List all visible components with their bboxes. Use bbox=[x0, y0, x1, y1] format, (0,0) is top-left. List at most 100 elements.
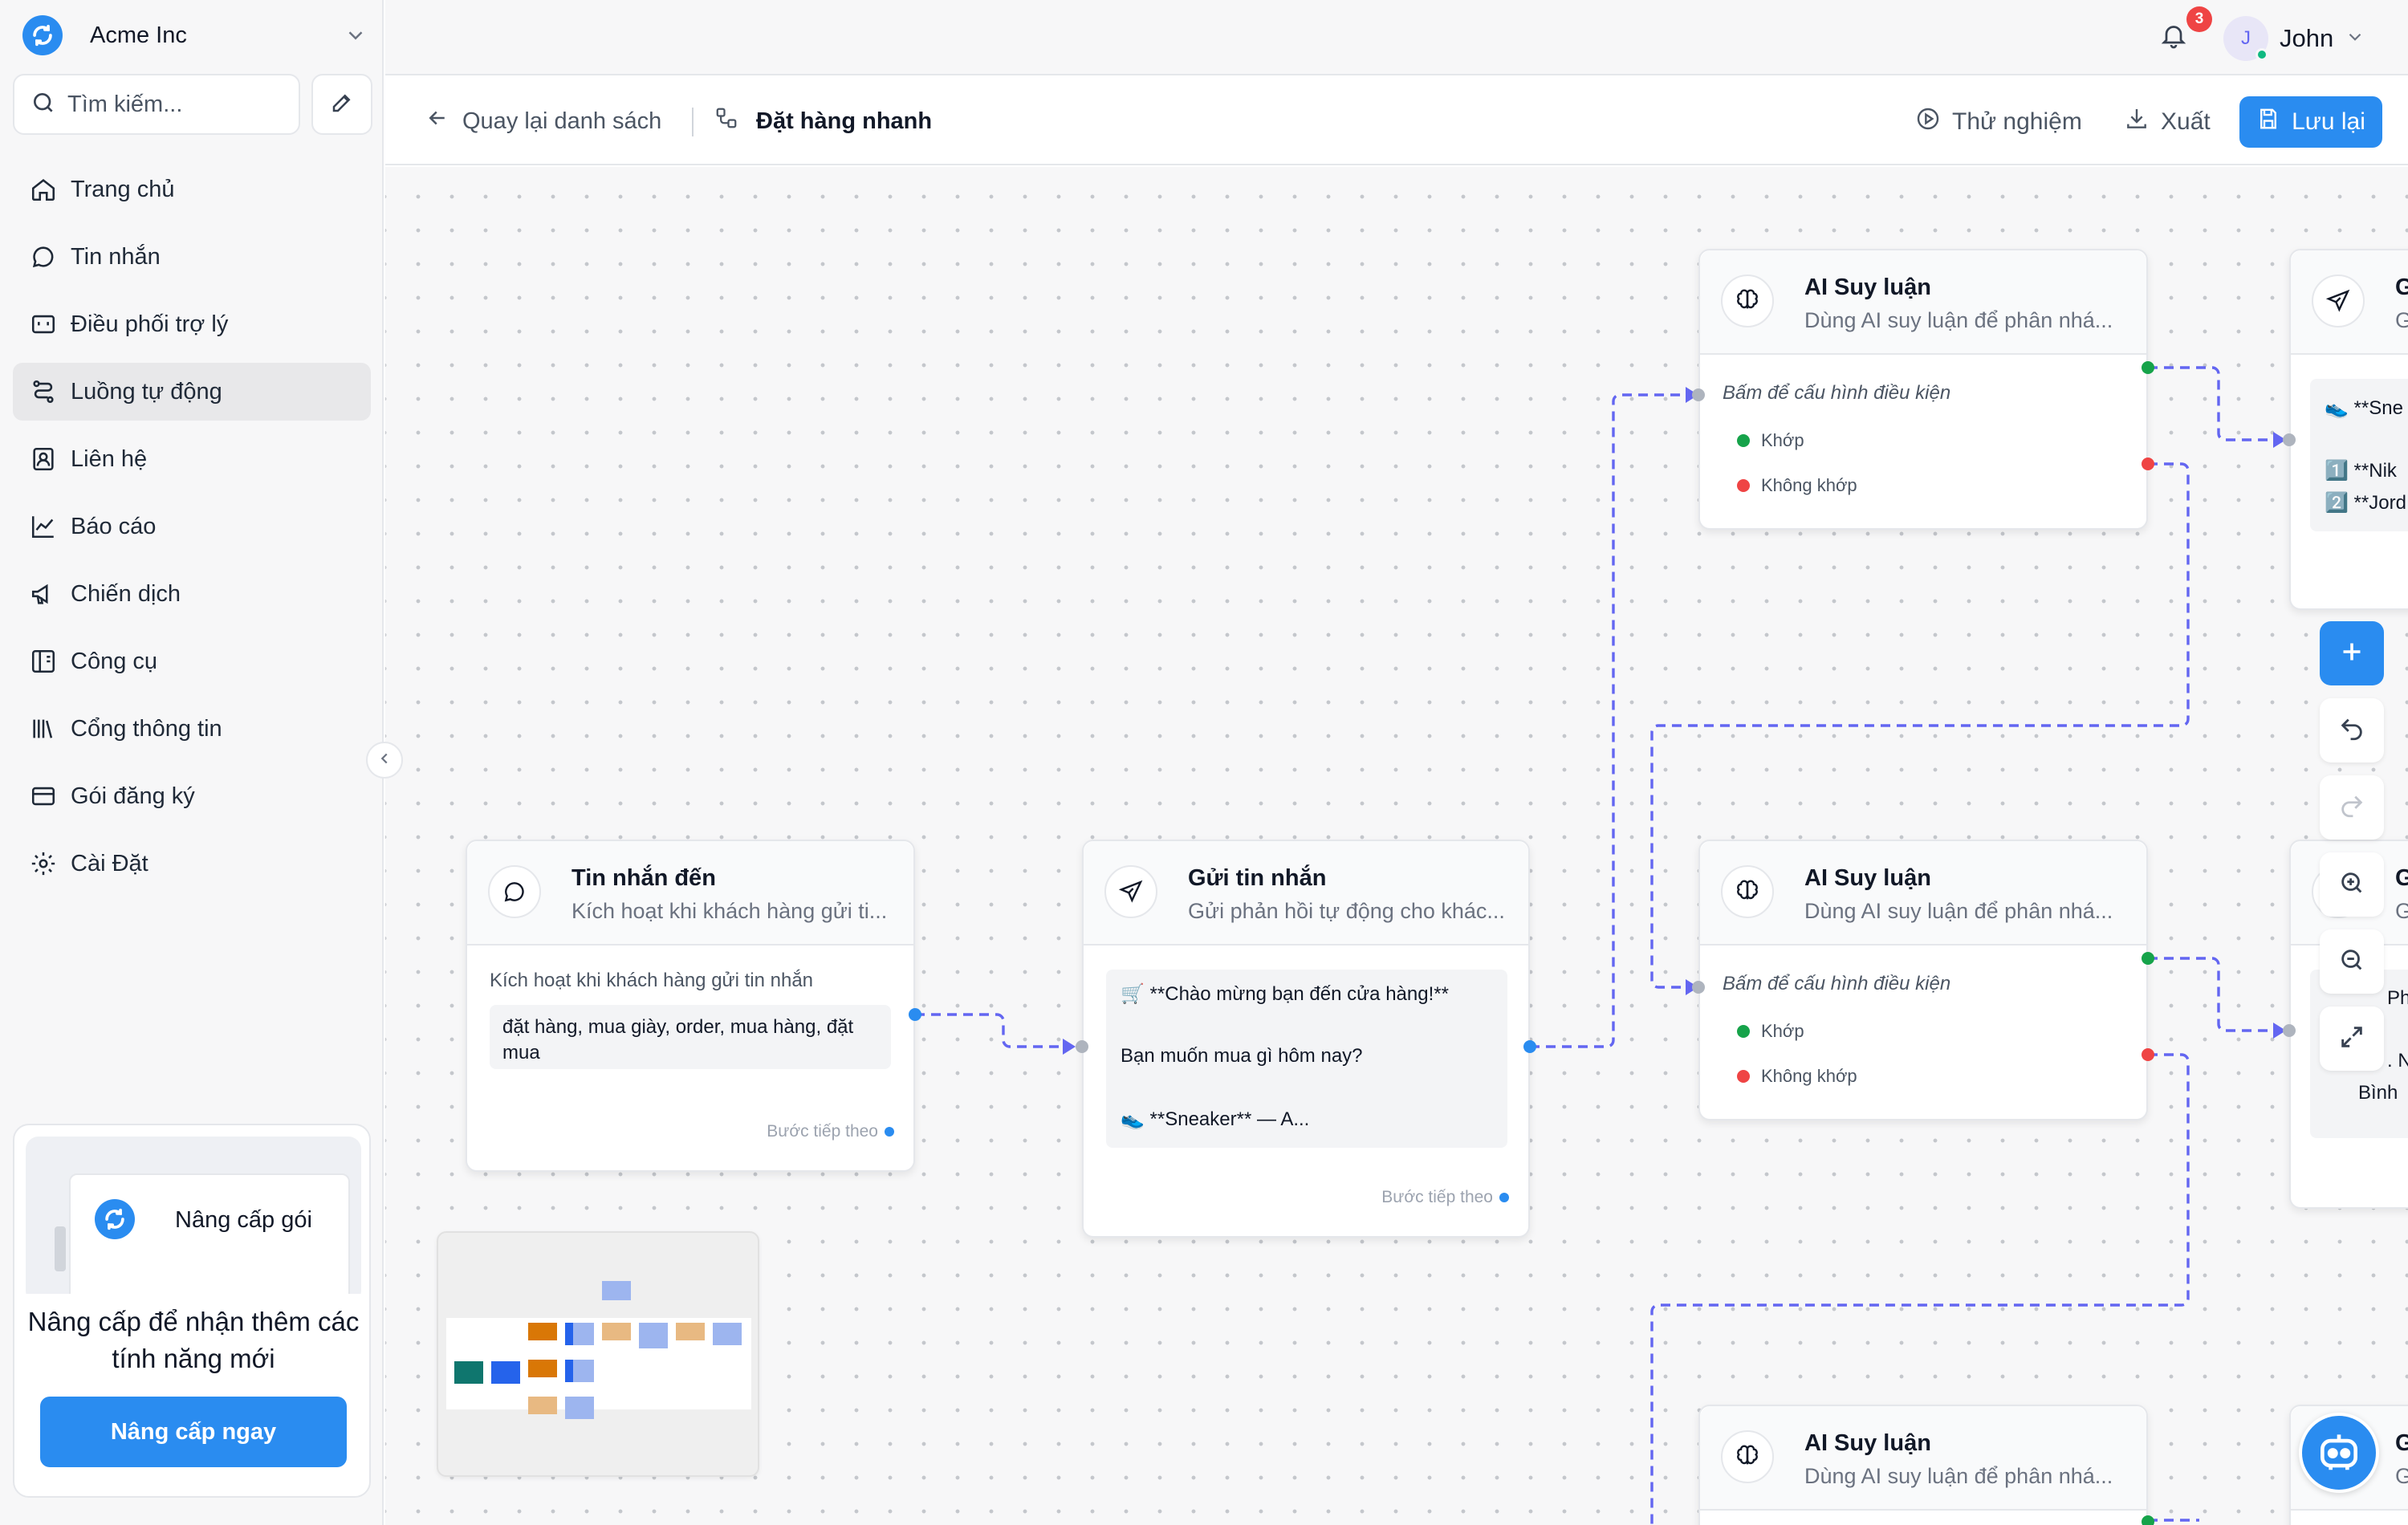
node-title: AI Suy luận bbox=[1804, 1430, 1931, 1456]
sidebar-item-workflows[interactable]: Luồng tự động bbox=[13, 363, 371, 421]
minimap[interactable] bbox=[437, 1231, 759, 1477]
test-label: Thử nghiệm bbox=[1952, 108, 2082, 135]
message-icon bbox=[488, 865, 541, 918]
download-icon bbox=[2124, 106, 2150, 138]
ai-inference-node[interactable]: AI Suy luận Dùng AI suy luận để phân nhá… bbox=[1698, 249, 2148, 530]
ai-nomatch-port[interactable] bbox=[2142, 458, 2154, 470]
peek-input-port[interactable] bbox=[2283, 1024, 2296, 1037]
search-input[interactable] bbox=[67, 91, 276, 118]
collapse-sidebar-button[interactable] bbox=[366, 742, 403, 779]
node-title: AI Suy luận bbox=[1804, 865, 1931, 891]
bot-icon bbox=[29, 310, 58, 339]
sidebar-item-reports[interactable]: Báo cáo bbox=[13, 498, 371, 555]
sidebar-item-contacts[interactable]: Liên hệ bbox=[13, 430, 371, 488]
minimap-node bbox=[528, 1323, 557, 1340]
back-to-list-link[interactable]: Quay lại danh sách bbox=[425, 104, 661, 138]
node-subtitle: Dùng AI suy luận để phân nhá... bbox=[1804, 899, 2113, 923]
export-label: Xuất bbox=[2161, 108, 2211, 135]
send-message-node[interactable]: Gửi tin nhắn Gửi phản hồi tự động cho kh… bbox=[1082, 840, 1530, 1238]
ai-inference-node[interactable]: AI Suy luận Dùng AI suy luận để phân nhá… bbox=[1698, 840, 2148, 1120]
redo-icon bbox=[2338, 792, 2365, 824]
minimap-node bbox=[639, 1323, 668, 1348]
edge-arrow bbox=[1063, 1039, 1076, 1055]
send-input-port[interactable] bbox=[1076, 1040, 1088, 1053]
next-step-dot bbox=[885, 1127, 894, 1137]
ai-inference-node[interactable]: AI Suy luận Dùng AI suy luận để phân nhá… bbox=[1698, 1405, 2148, 1525]
sidebar-item-subscription[interactable]: Gói đăng ký bbox=[13, 767, 371, 825]
ai-match-port[interactable] bbox=[2142, 952, 2154, 965]
sidebar-item-assistant[interactable]: Điều phối trợ lý bbox=[13, 295, 371, 353]
ai-input-port[interactable] bbox=[1692, 388, 1705, 401]
minimap-node bbox=[491, 1361, 520, 1384]
sidebar-item-label: Công cụ bbox=[71, 648, 158, 674]
redo-button[interactable] bbox=[2320, 775, 2384, 840]
zoom-in-button[interactable] bbox=[2320, 852, 2384, 917]
save-button[interactable]: Lưu lại bbox=[2239, 96, 2382, 148]
workflow-icon bbox=[714, 106, 738, 136]
new-item-button[interactable] bbox=[311, 74, 372, 135]
org-name: Acme Inc bbox=[90, 22, 187, 48]
send-output-port[interactable] bbox=[1523, 1040, 1536, 1053]
condition-nomatch: Không khớp bbox=[1737, 475, 1857, 496]
save-label: Lưu lại bbox=[2292, 108, 2365, 135]
message-line: . Ni bbox=[2387, 1050, 2408, 1072]
message-line: 👟 **Sneaker** — A... bbox=[1121, 1108, 1310, 1130]
sidebar-item-campaigns[interactable]: Chiến dịch bbox=[13, 565, 371, 623]
ai-match-port[interactable] bbox=[2142, 1515, 2154, 1525]
node-title: Gửi tin nhắn bbox=[1188, 865, 1327, 891]
node-subtitle: Gửi phản hồi tự động cho khác... bbox=[1188, 899, 1505, 923]
nomatch-dot bbox=[1737, 1070, 1750, 1083]
condition-label: Không khớp bbox=[1761, 1066, 1857, 1086]
sidebar-item-tools[interactable]: Công cụ bbox=[13, 632, 371, 690]
assistant-bot-button[interactable] bbox=[2299, 1413, 2379, 1493]
upgrade-illustration-tab bbox=[55, 1226, 66, 1271]
sidebar-item-portal[interactable]: Cổng thông tin bbox=[13, 700, 371, 758]
node-title: AI Suy luận bbox=[1804, 274, 1931, 300]
message-line: Bình bbox=[2358, 1082, 2398, 1104]
user-name: John bbox=[2280, 24, 2334, 52]
send-message-node[interactable]: G G 👟 **Sne 1️⃣ **Nik 2️⃣ **Jord bbox=[2289, 249, 2408, 610]
node-subtitle: Dùng AI suy luận để phân nhá... bbox=[1804, 308, 2113, 332]
trigger-output-port[interactable] bbox=[909, 1008, 921, 1021]
sidebar-item-label: Cài Đặt bbox=[71, 850, 148, 876]
sidebar-item-settings[interactable]: Cài Đặt bbox=[13, 835, 371, 893]
message-line: 👟 **Sne bbox=[2325, 397, 2403, 419]
brain-icon bbox=[1721, 865, 1774, 918]
notification-badge: 3 bbox=[2186, 6, 2212, 32]
fit-view-button[interactable] bbox=[2320, 1007, 2384, 1071]
org-logo bbox=[95, 1199, 135, 1239]
node-description: Kích hoạt khi khách hàng gửi tin nhắn bbox=[490, 970, 814, 991]
condition-match: Khớp bbox=[1737, 430, 1804, 451]
upgrade-message: Nâng cấp để nhận thêm các tính năng mới bbox=[27, 1307, 360, 1373]
sidebar-item-home[interactable]: Trang chủ bbox=[13, 161, 371, 218]
sidebar: Acme Inc Trang chủ Tin nhắn Điều bbox=[0, 0, 384, 1525]
export-button[interactable]: Xuất bbox=[2124, 100, 2211, 144]
zoom-out-icon bbox=[2338, 946, 2365, 978]
flow-canvas[interactable]: Tin nhắn đến Kích hoạt khi khách hàng gử… bbox=[385, 167, 2408, 1525]
ai-match-port[interactable] bbox=[2142, 361, 2154, 374]
node-subtitle: Kích hoạt khi khách hàng gửi ti... bbox=[571, 899, 888, 923]
peek-input-port[interactable] bbox=[2283, 433, 2296, 446]
condition-hint: Bấm để cấu hình điều kiện bbox=[1723, 973, 1951, 994]
upgrade-now-button[interactable]: Nâng cấp ngay bbox=[40, 1397, 347, 1467]
megaphone-icon bbox=[29, 580, 58, 608]
ai-input-port[interactable] bbox=[1692, 981, 1705, 994]
condition-match: Khớp bbox=[1737, 1021, 1804, 1042]
zoom-out-button[interactable] bbox=[2320, 929, 2384, 994]
minimap-node bbox=[602, 1323, 631, 1340]
minimap-node bbox=[528, 1397, 557, 1414]
node-header: AI Suy luận Dùng AI suy luận để phân nhá… bbox=[1700, 841, 2146, 946]
condition-label: Không khớp bbox=[1761, 475, 1857, 495]
trigger-node[interactable]: Tin nhắn đến Kích hoạt khi khách hàng gử… bbox=[466, 840, 915, 1172]
add-node-button[interactable] bbox=[2320, 621, 2384, 685]
node-header: Gửi tin nhắn Gửi phản hồi tự động cho kh… bbox=[1084, 841, 1528, 946]
test-button[interactable]: Thử nghiệm bbox=[1915, 100, 2082, 144]
minimap-node bbox=[602, 1281, 631, 1300]
sidebar-item-messages[interactable]: Tin nhắn bbox=[13, 228, 371, 286]
undo-button[interactable] bbox=[2320, 698, 2384, 762]
org-switcher[interactable]: Acme Inc bbox=[22, 14, 368, 56]
toolbar-divider bbox=[692, 108, 694, 136]
ai-nomatch-port[interactable] bbox=[2142, 1048, 2154, 1061]
user-menu[interactable]: J John bbox=[2223, 16, 2365, 61]
send-icon bbox=[1104, 865, 1157, 918]
